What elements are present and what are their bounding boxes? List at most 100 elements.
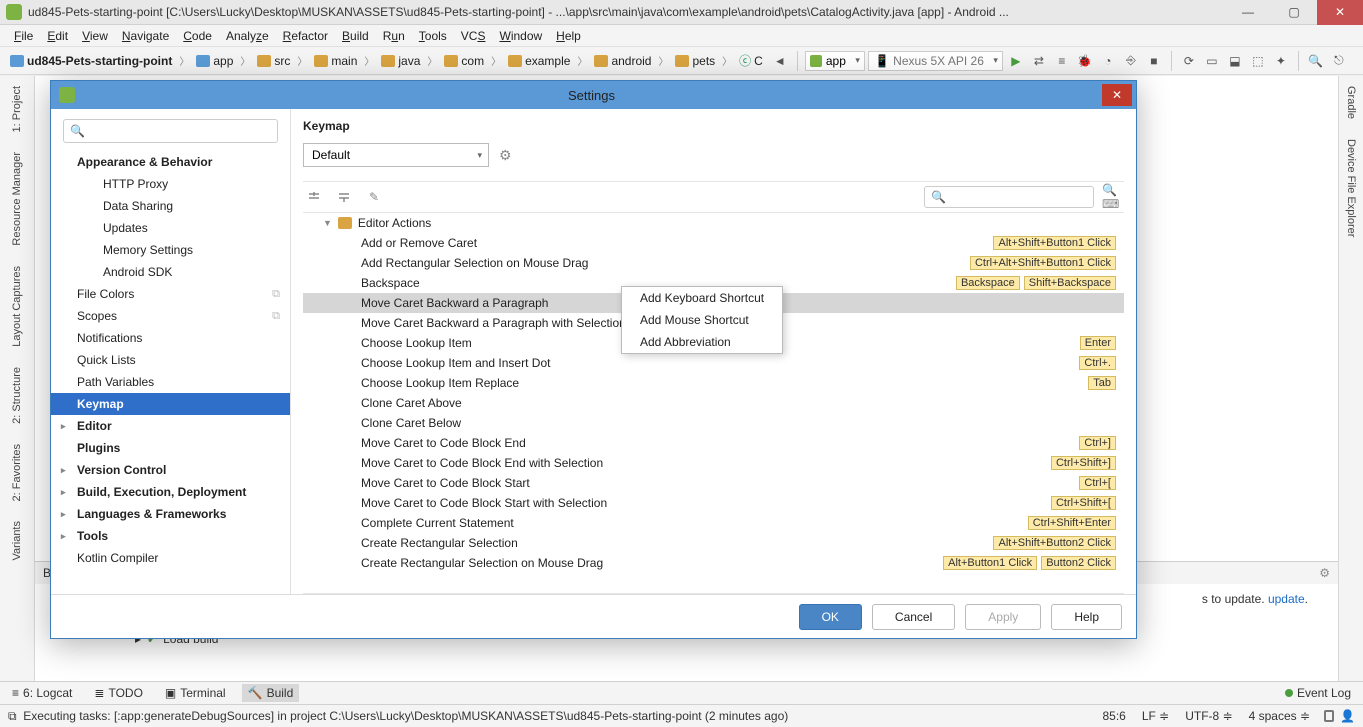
tree-item-quick-lists[interactable]: Quick Lists	[51, 349, 290, 371]
help-button[interactable]: Help	[1051, 604, 1122, 630]
gutter-structure[interactable]: 2: Structure	[9, 357, 25, 434]
dialog-close-button[interactable]: ✕	[1102, 84, 1132, 106]
avd-icon[interactable]: ▭	[1202, 51, 1222, 71]
apply-button[interactable]: Apply	[965, 604, 1041, 630]
minimize-button[interactable]: —	[1225, 0, 1271, 25]
crumb-src[interactable]: src	[253, 54, 294, 68]
menu-help[interactable]: Help	[550, 27, 587, 45]
settings-tree[interactable]: Appearance & BehaviorHTTP ProxyData Shar…	[51, 151, 290, 594]
action-row[interactable]: Add Rectangular Selection on Mouse DragC…	[303, 253, 1124, 273]
dialog-titlebar[interactable]: Settings ✕	[51, 81, 1136, 109]
expand-all-icon[interactable]	[303, 186, 325, 208]
cancel-button[interactable]: Cancel	[872, 604, 955, 630]
run-icon[interactable]: ▶	[1006, 51, 1026, 71]
build-gear-icon[interactable]: ⚙	[1319, 566, 1330, 580]
tree-item-notifications[interactable]: Notifications	[51, 327, 290, 349]
menu-navigate[interactable]: Navigate	[116, 27, 175, 45]
action-row[interactable]: Choose Lookup Item ReplaceTab	[303, 373, 1124, 393]
tree-item-build-execution-deployment[interactable]: ▸Build, Execution, Deployment	[51, 481, 290, 503]
resource-icon[interactable]: ⬚	[1248, 51, 1268, 71]
menu-window[interactable]: Window	[493, 27, 548, 45]
attach-icon[interactable]: ⎆	[1121, 51, 1141, 71]
tree-item-languages-frameworks[interactable]: ▸Languages & Frameworks	[51, 503, 290, 525]
bottom-tab-terminal[interactable]: ▣Terminal	[159, 684, 232, 702]
profile-icon[interactable]: ◔	[1098, 51, 1118, 71]
maximize-button[interactable]: ▢	[1271, 0, 1317, 25]
status-inspection-icon[interactable]: 👤	[1340, 709, 1355, 723]
tree-item-file-colors[interactable]: File Colors⧉	[51, 283, 290, 305]
gutter-layout-captures[interactable]: Layout Captures	[9, 256, 25, 357]
action-row[interactable]: Move Caret to Code Block Start with Sele…	[303, 493, 1124, 513]
menu-run[interactable]: Run	[377, 27, 411, 45]
device-combo[interactable]: 📱 Nexus 5X API 26	[868, 51, 1003, 71]
action-group-editor[interactable]: ▼Editor Actions	[303, 213, 1124, 233]
menu-view[interactable]: View	[76, 27, 114, 45]
menu-build[interactable]: Build	[336, 27, 375, 45]
close-button[interactable]: ✕	[1317, 0, 1363, 25]
tree-item-editor[interactable]: ▸Editor	[51, 415, 290, 437]
sync-icon[interactable]: ⟳	[1179, 51, 1199, 71]
crumb-file[interactable]: ⓒC	[735, 52, 767, 69]
search-icon[interactable]: 🔍	[1306, 51, 1326, 71]
action-row[interactable]: Choose Lookup Item and Insert DotCtrl+.	[303, 353, 1124, 373]
edit-icon[interactable]: ✎	[363, 186, 385, 208]
gutter-gradle[interactable]: Gradle	[1343, 76, 1359, 129]
keymap-action-list[interactable]: ▼Editor Actions Add or Remove CaretAlt+S…	[303, 213, 1124, 594]
restart-icon[interactable]: ≡	[1052, 51, 1072, 71]
crumb-android[interactable]: android	[590, 54, 655, 68]
tree-item-kotlin-compiler[interactable]: Kotlin Compiler	[51, 547, 290, 569]
menu-vcs[interactable]: VCS	[455, 27, 492, 45]
crumb-pets[interactable]: pets	[671, 54, 719, 68]
gutter-variants[interactable]: Variants	[9, 511, 25, 571]
ok-button[interactable]: OK	[799, 604, 862, 630]
menu-file[interactable]: File	[8, 27, 39, 45]
lock-icon[interactable]	[1324, 710, 1334, 722]
menu-refactor[interactable]: Refactor	[277, 27, 334, 45]
menu-edit[interactable]: Edit	[41, 27, 74, 45]
action-row[interactable]: Move Caret to Code Block End with Select…	[303, 453, 1124, 473]
ctx-add-keyboard-shortcut[interactable]: Add Keyboard Shortcut	[622, 287, 782, 309]
help-icon[interactable]: ⎋	[1329, 51, 1349, 71]
gutter-resource-manager[interactable]: Resource Manager	[9, 142, 25, 256]
ctx-add-mouse-shortcut[interactable]: Add Mouse Shortcut	[622, 309, 782, 331]
sdk-icon[interactable]: ⬓	[1225, 51, 1245, 71]
tree-item-path-variables[interactable]: Path Variables	[51, 371, 290, 393]
troubleshoot-icon[interactable]: ✦	[1271, 51, 1291, 71]
tree-item-memory-settings[interactable]: Memory Settings	[51, 239, 290, 261]
action-row[interactable]: Clone Caret Below	[303, 413, 1124, 433]
tree-item-version-control[interactable]: ▸Version Control	[51, 459, 290, 481]
stop-icon[interactable]: ■	[1144, 51, 1164, 71]
action-row[interactable]: Create Rectangular SelectionAlt+Shift+Bu…	[303, 533, 1124, 553]
crumb-java[interactable]: java	[377, 54, 424, 68]
debug-icon[interactable]: 🐞	[1075, 51, 1095, 71]
tree-item-http-proxy[interactable]: HTTP Proxy	[51, 173, 290, 195]
menu-tools[interactable]: Tools	[413, 27, 453, 45]
action-row[interactable]: Create Rectangular Selection on Mouse Dr…	[303, 553, 1124, 573]
bottom-tab-eventlog[interactable]: Event Log	[1279, 684, 1357, 702]
keymap-scheme-combo[interactable]: Default	[303, 143, 489, 167]
tree-item-plugins[interactable]: Plugins	[51, 437, 290, 459]
menu-code[interactable]: Code	[177, 27, 218, 45]
tree-item-tools[interactable]: ▸Tools	[51, 525, 290, 547]
menu-analyze[interactable]: Analyze	[220, 27, 275, 45]
status-collapse-icon[interactable]: ⧉	[8, 709, 17, 724]
action-row[interactable]: Move Caret to Code Block StartCtrl+[	[303, 473, 1124, 493]
gutter-device-explorer[interactable]: Device File Explorer	[1343, 129, 1359, 247]
keymap-gear-icon[interactable]: ⚙	[499, 147, 512, 164]
nav-back-icon[interactable]: ◄	[770, 51, 790, 71]
status-caret-pos[interactable]: 85:6	[1094, 709, 1133, 723]
crumb-app[interactable]: app	[192, 54, 237, 68]
tree-item-appearance-behavior[interactable]: Appearance & Behavior	[51, 151, 290, 173]
action-row[interactable]: Clone Caret Above	[303, 393, 1124, 413]
status-indent[interactable]: 4 spaces ≑	[1241, 709, 1318, 723]
status-line-sep[interactable]: LF ≑	[1134, 709, 1177, 723]
crumb-example[interactable]: example	[504, 54, 574, 68]
bottom-tab-logcat[interactable]: ≡6: Logcat	[6, 684, 78, 702]
tree-item-data-sharing[interactable]: Data Sharing	[51, 195, 290, 217]
tree-item-android-sdk[interactable]: Android SDK	[51, 261, 290, 283]
crumb-com[interactable]: com	[440, 54, 488, 68]
gutter-favorites[interactable]: 2: Favorites	[9, 434, 25, 511]
tree-item-keymap[interactable]: Keymap	[51, 393, 290, 415]
tree-item-scopes[interactable]: Scopes⧉	[51, 305, 290, 327]
action-row[interactable]: Complete Current StatementCtrl+Shift+Ent…	[303, 513, 1124, 533]
